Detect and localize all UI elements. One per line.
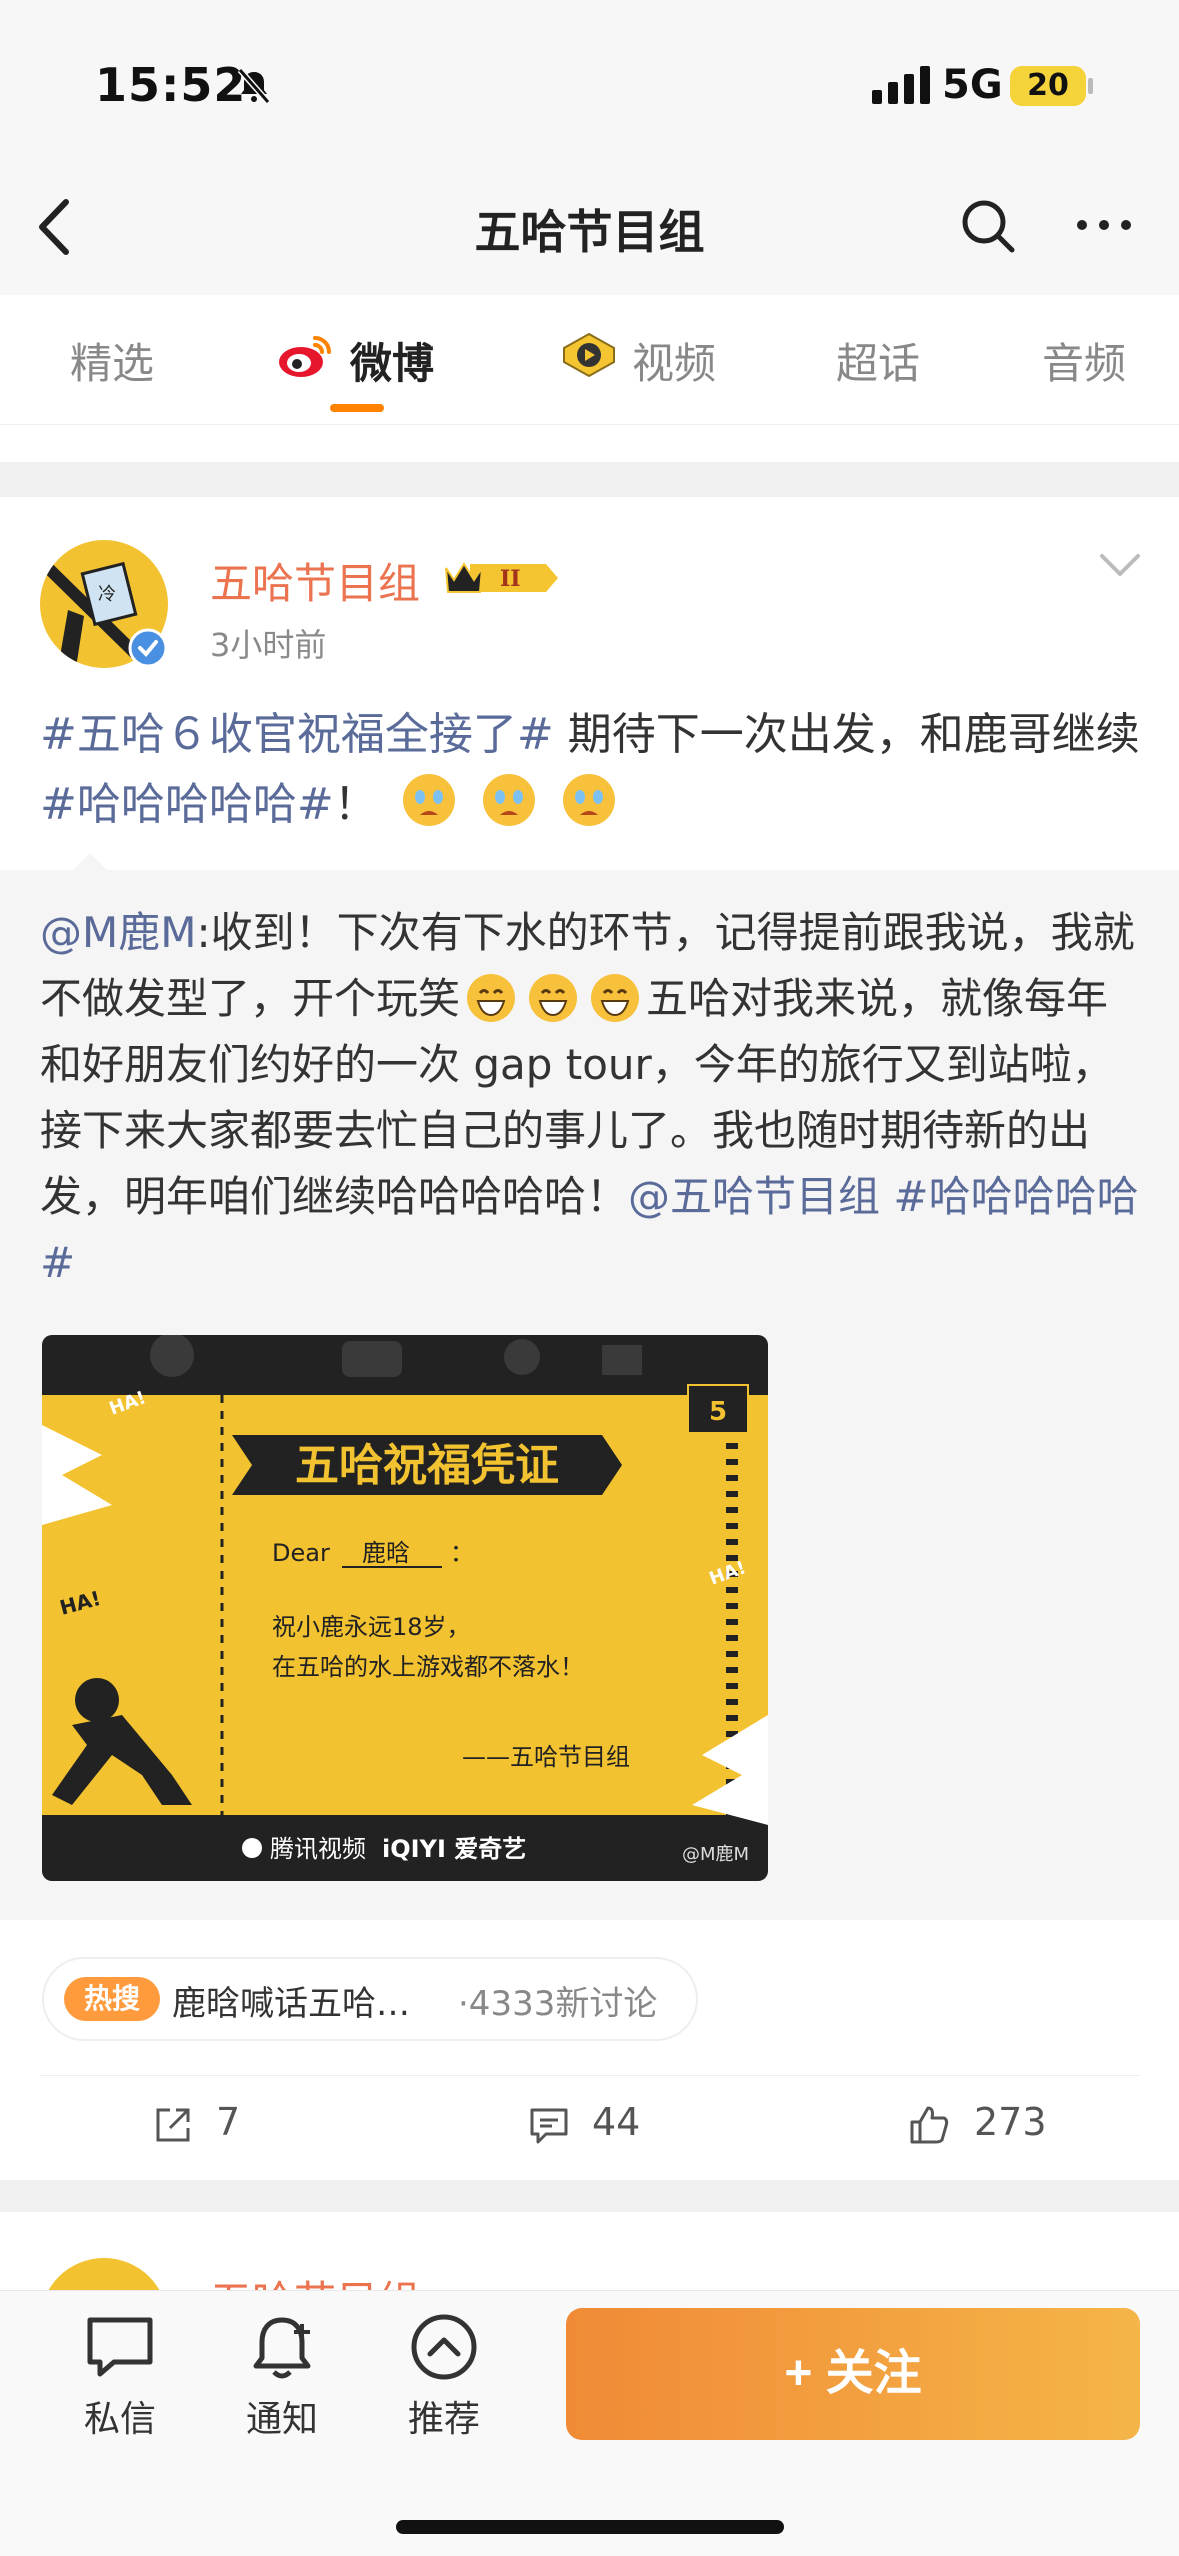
feed-separator	[0, 2180, 1179, 2212]
post-image[interactable]: 五哈祝福凭证 Dear 鹿晗 ： 祝小鹿永远18岁， 在五哈的水上游戏都不落水！…	[42, 1335, 768, 1881]
coupon-dear: Dear	[272, 1539, 330, 1567]
tab-audio[interactable]: 音频	[1042, 330, 1126, 391]
chevron-down-icon[interactable]	[1096, 550, 1144, 580]
message-button[interactable]: 私信	[60, 2312, 180, 2442]
hot-search-text: 鹿晗喊话五哈…	[172, 1984, 410, 2024]
video-logo-icon	[563, 332, 615, 378]
mention-link[interactable]: @M鹿M	[40, 908, 196, 957]
repost-count[interactable]: 7	[216, 2100, 240, 2144]
hot-search-count: ·4333新讨论	[458, 1984, 658, 2024]
message-icon	[87, 2317, 153, 2377]
svg-text:II: II	[500, 566, 521, 592]
grin-emoji-icon	[591, 974, 640, 1022]
coupon-signature: ——五哈节目组	[462, 1743, 630, 1771]
more-icon[interactable]	[1074, 210, 1134, 240]
tab-featured[interactable]: 精选	[70, 330, 154, 391]
message-label: 私信	[83, 2399, 156, 2440]
topic-link[interactable]: #哈哈哈哈哈#	[40, 779, 334, 830]
signal-icon	[872, 66, 930, 104]
image-watermark: @M鹿M	[682, 1844, 749, 1865]
repost-icon[interactable]	[152, 2104, 194, 2146]
grin-emoji-icon	[467, 974, 516, 1022]
status-time: 15:52	[95, 58, 247, 112]
coupon-colon: ：	[450, 1539, 474, 1567]
post-text-part: ！	[333, 779, 378, 830]
coupon-line1: 祝小鹿永远18岁，	[272, 1613, 471, 1641]
coupon-title: 五哈祝福凭证	[295, 1440, 559, 1491]
tencent-video-logo: 腾讯视频	[270, 1835, 366, 1863]
repost-notch	[72, 853, 108, 871]
action-divider	[40, 2075, 1140, 2076]
home-indicator	[396, 2520, 784, 2534]
network-type: 5G	[942, 62, 1003, 108]
verified-icon	[128, 628, 168, 668]
comment-count[interactable]: 44	[592, 2100, 640, 2144]
coupon-name: 鹿晗	[362, 1539, 410, 1567]
feed-separator	[0, 462, 1179, 497]
tab-weibo[interactable]: 微博	[350, 330, 434, 391]
follow-button[interactable]: + 关注	[566, 2308, 1140, 2440]
vip-crown-icon: II	[445, 562, 558, 593]
grin-emoji-icon	[529, 974, 578, 1022]
tab-video[interactable]: 视频	[632, 330, 716, 391]
topic-link[interactable]: #五哈６收官祝福全接了#	[40, 709, 554, 760]
weibo-logo-icon	[279, 336, 331, 377]
post-text-part: 期待下一次出发，和鹿哥继续	[553, 709, 1140, 760]
crying-emoji-icon	[562, 774, 615, 826]
bell-off-icon	[237, 68, 271, 104]
post-content: #五哈６收官祝福全接了# 期待下一次出发，和鹿哥继续 #哈哈哈哈哈#！	[40, 700, 1150, 840]
author-name[interactable]: 五哈节目组	[210, 550, 420, 611]
crying-emoji-icon	[402, 774, 455, 826]
recommend-button[interactable]: 推荐	[384, 2312, 504, 2442]
hot-search-badge: 热搜	[64, 1977, 160, 2021]
search-icon[interactable]	[960, 198, 1016, 254]
crying-emoji-icon	[482, 774, 535, 826]
notify-button[interactable]: 通知	[222, 2312, 342, 2442]
iqiyi-logo: iQIYI 爱奇艺	[382, 1835, 526, 1863]
mention-link[interactable]: @五哈节目组	[628, 1172, 880, 1221]
tab-super-topic[interactable]: 超话	[836, 330, 920, 391]
post-time: 3小时前	[210, 626, 327, 664]
battery-tip	[1088, 78, 1093, 94]
bell-plus-icon	[253, 2317, 311, 2379]
like-icon[interactable]	[908, 2104, 950, 2146]
notify-label: 通知	[245, 2399, 318, 2440]
chevron-up-circle-icon	[411, 2314, 477, 2380]
like-count[interactable]: 273	[974, 2100, 1047, 2144]
recommend-label: 推荐	[407, 2399, 480, 2440]
battery-indicator: 20	[1010, 66, 1086, 106]
comment-icon[interactable]	[528, 2104, 570, 2146]
coupon-line2: 在五哈的水上游戏都不落水！	[272, 1653, 584, 1681]
tab-indicator	[330, 404, 384, 412]
svg-text:5: 5	[709, 1397, 727, 1427]
repost-content: @M鹿M:收到！下次有下水的环节，记得提前跟我说，我就不做发型了，开个玩笑 五哈对…	[40, 900, 1140, 1296]
svg-text:冷: 冷	[98, 584, 116, 605]
